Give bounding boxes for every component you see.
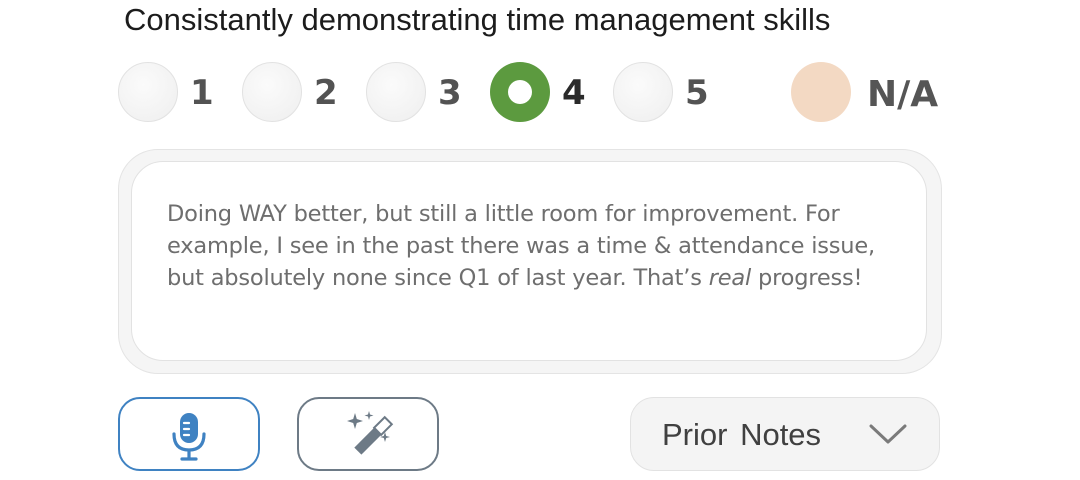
notes-text-end: progress! — [751, 265, 863, 291]
prior-notes-label: Prior Notes — [662, 417, 822, 452]
ai-assist-button[interactable] — [297, 397, 439, 471]
rating-label: 2 — [314, 73, 338, 113]
magic-wand-icon — [347, 411, 394, 455]
rating-label: 1 — [190, 73, 214, 113]
radio-button-selected[interactable] — [490, 62, 550, 122]
rating-card: Consistantly demonstrating time manageme… — [0, 0, 1080, 480]
notes-container: Doing WAY better, but still a little roo… — [118, 149, 942, 374]
notes-text-emphasis: real — [708, 265, 752, 291]
radio-button[interactable] — [366, 62, 426, 122]
prior-notes-dropdown[interactable]: Prior Notes — [630, 397, 940, 471]
dictate-button[interactable] — [118, 397, 260, 471]
microphone-icon — [172, 413, 206, 461]
rating-scale: 1 2 3 4 5 N/A — [0, 62, 1080, 124]
radio-selected-dot — [508, 80, 532, 104]
rating-label: 3 — [438, 73, 462, 113]
notes-textarea[interactable]: Doing WAY better, but still a little roo… — [131, 161, 927, 361]
rating-label: 5 — [685, 73, 709, 113]
radio-button[interactable] — [242, 62, 302, 122]
radio-button[interactable] — [118, 62, 178, 122]
chevron-down-icon — [869, 424, 907, 444]
rating-label: 4 — [562, 73, 586, 113]
radio-button-na[interactable] — [791, 62, 851, 122]
rating-label: N/A — [867, 74, 939, 115]
question-title: Consistantly demonstrating time manageme… — [124, 2, 831, 37]
radio-button[interactable] — [613, 62, 673, 122]
